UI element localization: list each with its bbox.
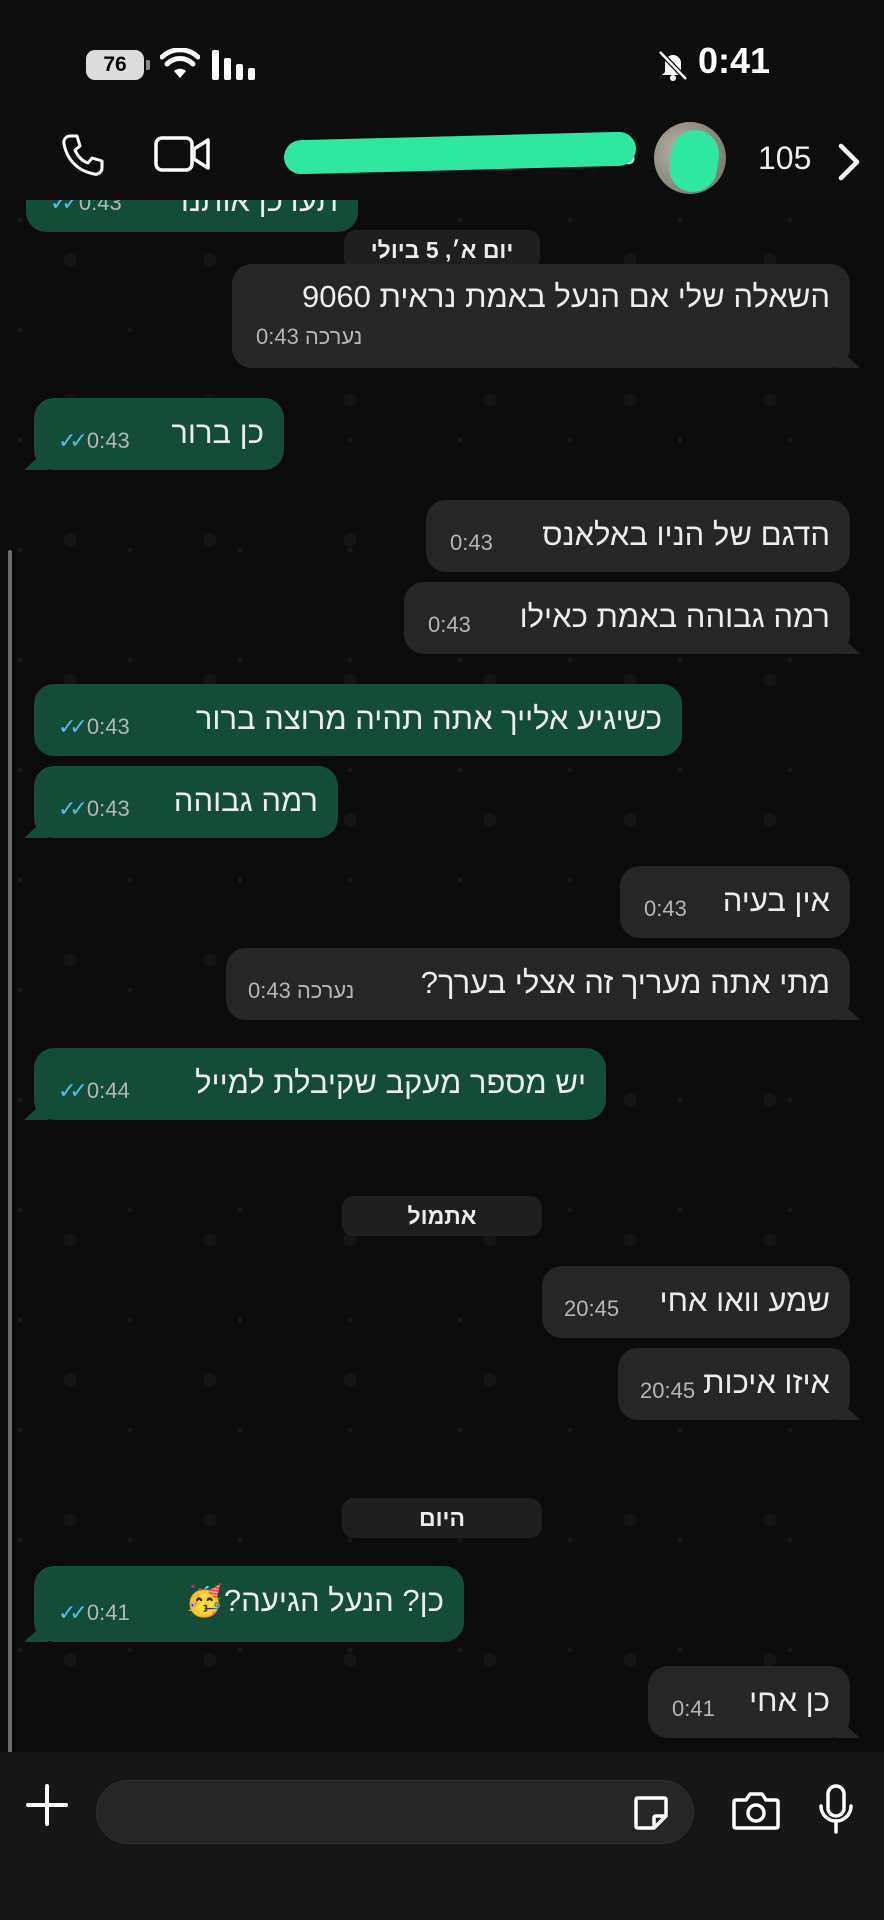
bell-off-icon [658,50,688,81]
message-received[interactable]: שמע וואו אחי 20:45 [542,1266,850,1338]
camera-icon[interactable] [732,1790,780,1830]
message-received[interactable]: רמה גבוהה באמת כאילו 0:43 [404,582,860,654]
message-time: 0:43 [78,200,122,215]
message-sent[interactable]: יש מספר מעקב שקיבלת למייל ✓✓ 0:44 [24,1048,606,1120]
message-received[interactable]: כן אחי 0:41 [648,1666,860,1738]
chat-area[interactable]: תעדכן אותנו ✓✓ 0:43 יום א׳, 5 ביולי השאל… [0,200,884,1752]
chevron-right-icon[interactable] [836,142,862,182]
video-icon[interactable] [154,134,212,174]
phone-icon[interactable] [60,132,106,178]
sticker-icon[interactable] [632,1794,670,1832]
message-sent[interactable]: כשיגיע אלייך אתה תהיה מרוצה ברור ✓✓ 0:43 [34,684,682,756]
message-sent[interactable]: כן? הנעל הגיעה?🥳 ✓✓ 0:41 [24,1566,464,1642]
wifi-icon [160,48,200,78]
message-sent[interactable]: כן ברור ✓✓ 0:43 [24,398,284,470]
message-sent[interactable]: רמה גבוהה ✓✓ 0:43 [24,766,338,838]
message-time: 0:43 [644,896,687,921]
read-ticks-icon: ✓✓ [58,1600,88,1625]
edited-label: נערכה [304,324,363,349]
bubble-tail [24,448,48,470]
message-received[interactable]: איזו איכות 20:45 [618,1348,860,1420]
message-time: 0:43 [86,796,130,821]
message-time: 0:43 [86,428,130,453]
plus-icon[interactable] [24,1782,70,1828]
scrollbar[interactable] [8,550,12,1752]
message-time: 0:41 [86,1600,130,1625]
message-received[interactable]: אין בעיה 0:43 [620,866,850,938]
read-ticks-icon: ✓✓ [50,200,80,215]
message-time: 0:43 [256,324,299,349]
message-time: 20:45 [640,1378,696,1403]
date-separator: אתמול [342,1196,542,1236]
message-time: 0:44 [86,1078,130,1103]
date-separator: היום [342,1498,542,1538]
mic-icon[interactable] [818,1784,854,1836]
bubble-tail [836,1716,860,1738]
composer-bar [0,1752,884,1920]
read-ticks-icon: ✓✓ [58,428,88,453]
status-time: 0:41 [698,40,771,81]
message-time: 0:43 [428,612,471,637]
signal-icon [212,50,255,80]
bubble-tail [836,998,860,1020]
message-time: 0:43 [86,714,130,739]
message-received[interactable]: השאלה שלי אם הנעל באמת נראית 9060 0:43 נ… [232,264,860,368]
message-received[interactable]: הדגם של הניו באלאנס 0:43 [426,500,850,572]
message-time: 20:45 [564,1296,620,1321]
bubble-tail [836,1398,860,1420]
edited-label: נערכה [296,978,355,1003]
read-ticks-icon: ✓✓ [58,796,88,821]
bubble-tail [836,346,860,368]
bubble-tail [836,632,860,654]
battery-indicator: 76 [86,50,150,80]
message-time: 0:41 [672,1696,715,1721]
message-time: 0:43 [248,978,291,1003]
chat-header: 0083 105 [0,120,884,200]
back-unread-count[interactable]: 105 [758,140,811,177]
message-input[interactable] [96,1780,694,1844]
message-time: 0:43 [450,530,493,555]
bubble-tail [24,816,48,838]
bubble-tail [24,1098,48,1120]
bubble-tail [24,1620,48,1642]
read-ticks-icon: ✓✓ [58,714,88,739]
read-ticks-icon: ✓✓ [58,1078,88,1103]
status-bar: 76 0:41 [0,0,884,120]
message-sent[interactable]: תעדכן אותנו ✓✓ 0:43 [26,200,358,232]
message-received[interactable]: מתי אתה מעריך זה אצלי בערך? 0:43 נערכה [226,948,860,1020]
